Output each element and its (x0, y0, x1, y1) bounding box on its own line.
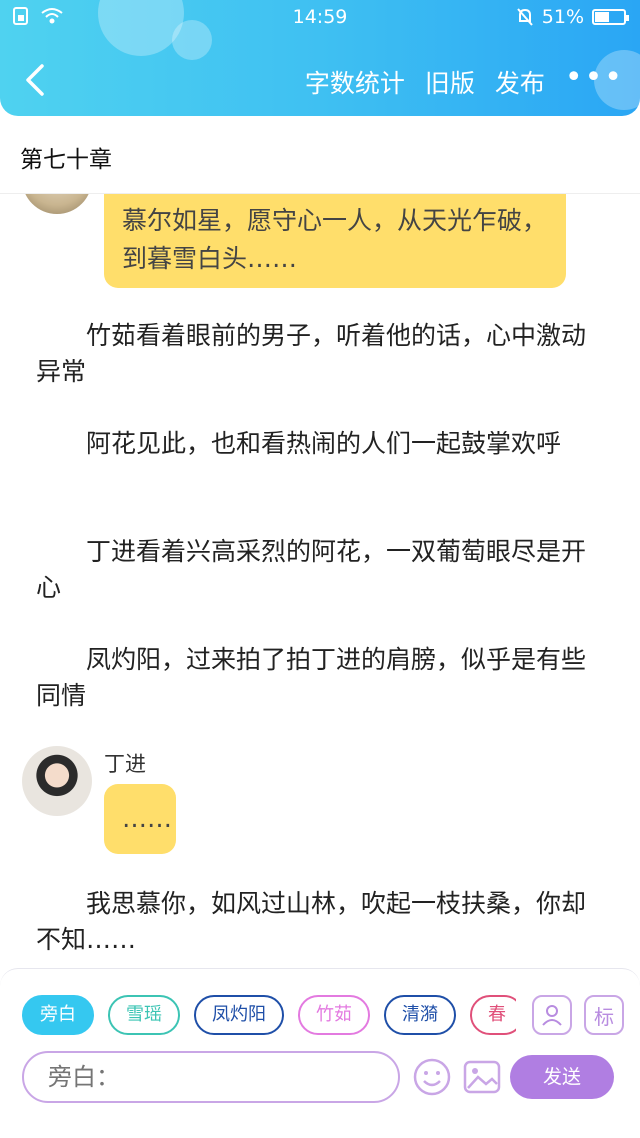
emoji-icon[interactable] (412, 1057, 452, 1097)
narration-paragraph[interactable]: 竹茹看着眼前的男子，听着他的话，心中激动异常 (36, 318, 606, 390)
role-chip[interactable]: 清漪 (384, 995, 456, 1035)
role-chip[interactable]: 春 (470, 995, 516, 1035)
role-chip[interactable]: 凤灼阳 (194, 995, 284, 1035)
role-manager-icon[interactable] (532, 995, 572, 1035)
publish-button[interactable]: 发布 (495, 64, 545, 100)
avatar[interactable] (22, 746, 92, 816)
story-content[interactable]: 慕尔如星，愿守心一人，从天光乍破，到暮雪白头…… 竹茹看着眼前的男子，听着他的话… (0, 194, 640, 970)
narration-paragraph[interactable]: 我思慕你，如风过山林，吹起一枝扶桑，你却不知…… (36, 886, 606, 958)
narration-paragraph[interactable]: 丁进看着兴高采烈的阿花，一双葡萄眼尽是开心 (36, 534, 606, 606)
narration-paragraph[interactable]: 阿花见此，也和看热闹的人们一起鼓掌欢呼 (36, 426, 606, 462)
status-bar: 14:59 51% (0, 0, 640, 34)
message-input[interactable] (22, 1051, 400, 1103)
image-icon[interactable] (462, 1057, 502, 1097)
avatar[interactable] (22, 194, 92, 214)
navbar: 字数统计 旧版 发布 ••• (0, 50, 640, 114)
send-button[interactable]: 发送 (510, 1055, 614, 1099)
speech-bubble[interactable]: …… (104, 784, 176, 854)
tag-icon[interactable]: 标 (584, 995, 624, 1035)
word-count-button[interactable]: 字数统计 (305, 64, 405, 100)
role-chip[interactable]: 雪瑶 (108, 995, 180, 1035)
battery-icon (592, 9, 629, 25)
top-header: 14:59 51% 字数统计 旧版 发布 ••• (0, 0, 640, 116)
speech-bubble[interactable]: 慕尔如星，愿守心一人，从天光乍破，到暮雪白头…… (104, 194, 566, 288)
role-chip[interactable]: 竹茹 (298, 995, 370, 1035)
chapter-title[interactable]: 第七十章 (20, 140, 112, 174)
role-chip-list: 旁白 雪瑶 凤灼阳 竹茹 清漪春 (22, 995, 516, 1037)
role-chip[interactable]: 旁白 (22, 995, 94, 1035)
mute-bell-icon (517, 8, 533, 26)
back-arrow-icon[interactable] (20, 60, 52, 100)
composer-panel: 旁白雪瑶凤灼阳竹茹清漪春 标 发送 (0, 968, 640, 1138)
old-version-button[interactable]: 旧版 (425, 64, 475, 100)
battery-level (595, 12, 610, 22)
narration-paragraph[interactable]: 凤灼阳，过来拍了拍丁进的肩膀，似乎是有些同情 (36, 642, 606, 714)
chapter-bar: 第七十章 (0, 116, 640, 194)
speaker-name: 丁进 (104, 752, 146, 776)
more-icon[interactable]: ••• (565, 63, 624, 96)
battery-percent: 51% (541, 6, 584, 28)
